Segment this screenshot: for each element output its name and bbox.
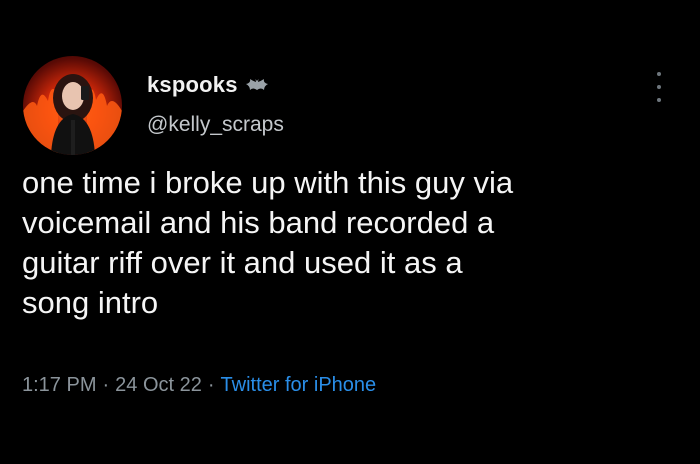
tweet-card: kspooks @kelly_scraps one time i broke u…: [0, 0, 700, 464]
bat-icon: [244, 78, 270, 92]
meta-separator: ·: [102, 374, 110, 396]
tweet-time[interactable]: 1:17 PM: [22, 374, 96, 396]
meta-separator: ·: [207, 374, 215, 396]
avatar[interactable]: [23, 56, 122, 155]
avatar-image: [23, 74, 122, 155]
tweet-meta: 1:17 PM · 24 Oct 22 · Twitter for iPhone: [22, 374, 376, 397]
tweet-source-link[interactable]: Twitter for iPhone: [221, 374, 377, 396]
more-dot: [657, 98, 661, 102]
display-name[interactable]: kspooks: [147, 72, 238, 98]
user-handle[interactable]: @kelly_scraps: [147, 113, 284, 137]
more-dot: [657, 72, 661, 76]
more-dot: [657, 85, 661, 89]
tweet-text: one time i broke up with this guy via vo…: [22, 165, 514, 320]
display-name-row: kspooks: [147, 70, 270, 100]
tweet-date[interactable]: 24 Oct 22: [115, 374, 202, 396]
more-vertical-icon[interactable]: [650, 72, 668, 102]
